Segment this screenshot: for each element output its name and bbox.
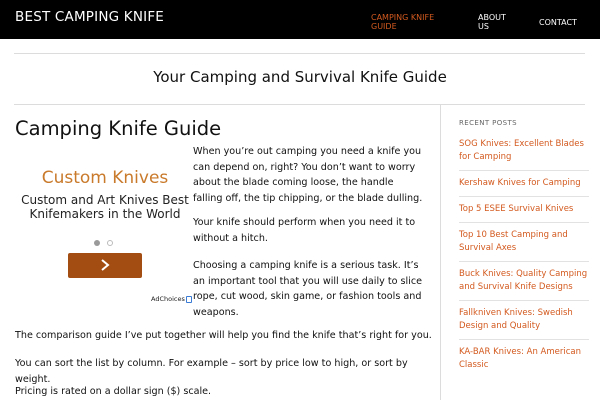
paragraph-comparison-guide: The comparison guide I’ve put together w…: [15, 330, 432, 341]
paragraph-serious-task: Choosing a camping knife is a serious ta…: [193, 260, 423, 318]
paragraph-sort-list: You can sort the list by column. For exa…: [15, 358, 408, 385]
paragraph-perform: Your knife should perform when you need …: [193, 217, 416, 244]
ad-next-button[interactable]: [68, 253, 142, 278]
recent-post-link[interactable]: Kershaw Knives for Camping: [459, 177, 589, 197]
adchoices-icon: [185, 295, 192, 303]
chevron-right-icon: [101, 259, 110, 271]
header-divider: [14, 53, 585, 54]
top-bar: BEST CAMPING KNIFE CAMPING KNIFE GUIDE A…: [0, 0, 600, 39]
recent-post-link[interactable]: Fallkniven Knives: Swedish Design and Qu…: [459, 307, 589, 340]
carousel-dot[interactable]: [107, 240, 113, 246]
page-title: Camping Knife Guide: [15, 117, 222, 140]
site-title[interactable]: BEST CAMPING KNIFE: [15, 9, 164, 25]
ad-title[interactable]: Custom Knives: [15, 168, 195, 188]
sidebar-divider: [440, 104, 441, 400]
carousel-dot-active[interactable]: [94, 240, 100, 246]
recent-post-link[interactable]: KA-BAR Knives: An American Classic: [459, 346, 589, 378]
recent-post-link[interactable]: Top 5 ESEE Survival Knives: [459, 203, 589, 223]
recent-posts-title: RECENT POSTS: [459, 119, 518, 127]
recent-post-link[interactable]: Top 10 Best Camping and Survival Axes: [459, 229, 589, 262]
recent-post-link[interactable]: SOG Knives: Excellent Blades for Camping: [459, 138, 589, 171]
site-tagline: Your Camping and Survival Knife Guide: [153, 68, 447, 86]
ad-body-text[interactable]: Custom and Art Knives Best Knifemakers i…: [15, 193, 195, 221]
nav-item-contact[interactable]: CONTACT: [539, 18, 599, 27]
nav-item-camping-knife-guide[interactable]: CAMPING KNIFE GUIDE: [371, 13, 451, 31]
nav-item-about-us[interactable]: ABOUT US: [478, 13, 518, 31]
ad-block[interactable]: Custom Knives Custom and Art Knives Best…: [15, 146, 192, 306]
recent-post-link[interactable]: Buck Knives: Quality Camping and Surviva…: [459, 268, 589, 301]
content-divider: [14, 104, 585, 105]
adchoices-label[interactable]: AdChoices: [151, 295, 185, 303]
adchoices-link[interactable]: AdChoices: [151, 295, 192, 303]
paragraph-pricing: Pricing is rated on a dollar sign ($) sc…: [15, 386, 212, 397]
recent-posts-list: SOG Knives: Excellent Blades for Camping…: [459, 138, 589, 384]
intro-paragraph: When you’re out camping you need a knife…: [193, 146, 423, 204]
